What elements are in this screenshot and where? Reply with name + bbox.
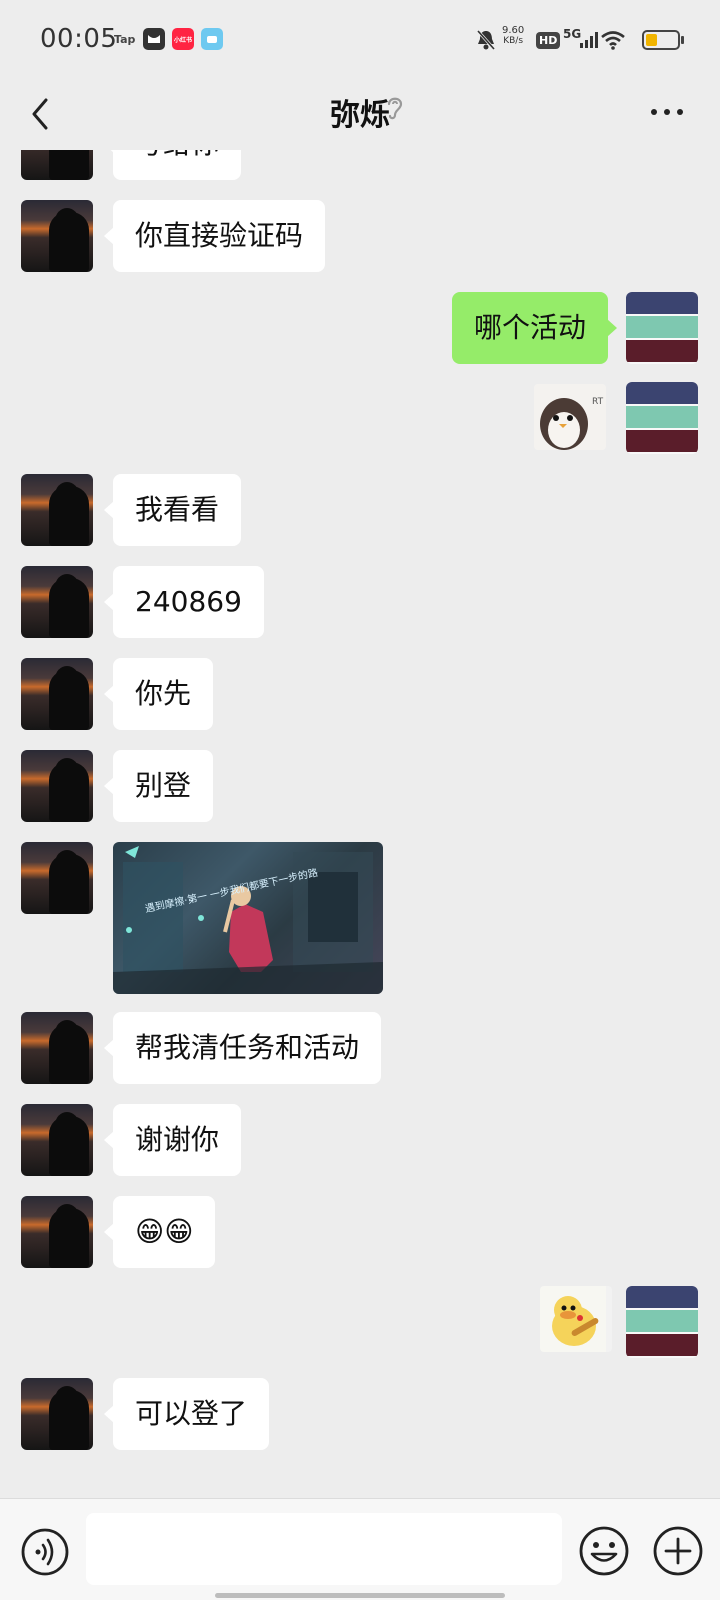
more-options-icon[interactable] bbox=[648, 102, 688, 115]
chat-header: 弥烁 bbox=[0, 80, 720, 150]
contact-avatar[interactable] bbox=[21, 566, 93, 638]
emoji-icon[interactable] bbox=[578, 1525, 630, 1577]
my-avatar[interactable] bbox=[626, 292, 698, 364]
contact-avatar[interactable] bbox=[21, 658, 93, 730]
contact-avatar[interactable] bbox=[21, 474, 93, 546]
hd-badge: HD bbox=[536, 26, 561, 54]
my-avatar[interactable] bbox=[626, 382, 698, 454]
incoming-message[interactable]: 帮我清任务和活动 bbox=[103, 1012, 382, 1084]
status-time: 00:05 bbox=[40, 24, 118, 54]
wifi-icon bbox=[600, 26, 626, 54]
contact-avatar[interactable] bbox=[21, 200, 93, 272]
battery-icon bbox=[642, 30, 680, 50]
penguin-sticker[interactable]: RT bbox=[534, 384, 606, 450]
incoming-message[interactable]: 240869 bbox=[104, 566, 264, 638]
contact-avatar[interactable] bbox=[21, 1196, 93, 1268]
contact-avatar[interactable] bbox=[21, 750, 93, 822]
chat-title: 弥烁 bbox=[330, 98, 390, 133]
svg-text:RT: RT bbox=[592, 397, 604, 407]
xiaohongshu-app-icon: 小红书 bbox=[172, 28, 194, 50]
duck-sticker[interactable] bbox=[540, 1286, 612, 1352]
message-input[interactable] bbox=[86, 1513, 562, 1585]
home-indicator[interactable] bbox=[215, 1593, 505, 1598]
my-avatar[interactable] bbox=[626, 1286, 698, 1358]
message-app-icon bbox=[143, 28, 165, 50]
earpiece-mode-icon bbox=[382, 92, 408, 122]
battery-level bbox=[646, 34, 657, 46]
contact-avatar[interactable] bbox=[21, 150, 93, 180]
incoming-message[interactable]: 号给你 bbox=[103, 150, 242, 180]
cellular-signal-icon: 5G bbox=[563, 26, 599, 54]
input-bar bbox=[0, 1498, 720, 1600]
network-speed: 9.60 KB/s bbox=[502, 25, 525, 47]
incoming-message[interactable]: 你先 bbox=[103, 658, 214, 730]
incoming-message[interactable]: 别登 bbox=[103, 750, 214, 822]
contact-avatar[interactable] bbox=[21, 842, 93, 914]
incoming-message[interactable]: 谢谢你 bbox=[103, 1104, 242, 1176]
incoming-message[interactable]: 可以登了 bbox=[103, 1378, 270, 1450]
image-message[interactable]: 遇到摩擦·第一 一步我们都要下一步的路 bbox=[113, 842, 383, 994]
tap-app-icon: Tap bbox=[114, 32, 136, 46]
message-list[interactable]: 号给你 你直接验证码 哪个活动 RT bbox=[0, 150, 720, 1498]
cloud-app-icon bbox=[201, 28, 223, 50]
more-functions-plus-icon[interactable] bbox=[652, 1525, 704, 1577]
incoming-message[interactable]: 我看看 bbox=[103, 474, 242, 546]
contact-avatar[interactable] bbox=[21, 1104, 93, 1176]
incoming-message[interactable]: 😁😁 bbox=[103, 1196, 216, 1268]
voice-input-icon[interactable] bbox=[20, 1527, 70, 1577]
contact-avatar[interactable] bbox=[21, 1012, 93, 1084]
status-bar: 00:05 Tap 小红书 9.60 KB/s HD 5G bbox=[0, 0, 720, 80]
incoming-message[interactable]: 你直接验证码 bbox=[103, 200, 326, 272]
contact-avatar[interactable] bbox=[21, 1378, 93, 1450]
mute-bell-icon bbox=[476, 26, 496, 54]
outgoing-message[interactable]: 哪个活动 bbox=[451, 292, 618, 364]
